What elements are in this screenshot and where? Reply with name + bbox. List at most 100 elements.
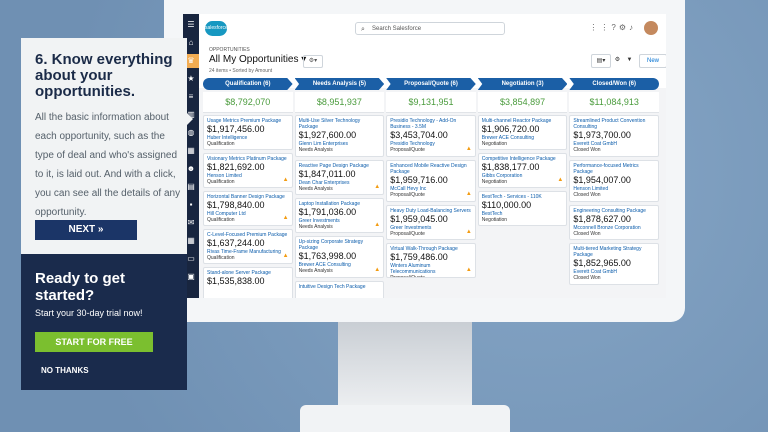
warning-icon: ▲ xyxy=(374,222,381,228)
opportunity-card[interactable]: C-Level-Focused Premium Package $1,637,24… xyxy=(203,229,293,264)
opportunity-amount: $1,959,716.00 xyxy=(390,175,448,185)
monitor-stand xyxy=(338,322,472,410)
opportunity-card[interactable]: Intuitive Design Tech Package xyxy=(294,281,385,298)
pointer-arrow xyxy=(186,112,193,126)
stage-3[interactable]: Negotiation (3) xyxy=(477,78,568,90)
opportunity-stage: Qualification xyxy=(207,141,235,147)
next-button[interactable]: NEXT » xyxy=(35,220,137,240)
settings-icon[interactable]: ⚙ xyxy=(619,23,629,32)
search-icon: ⌕ xyxy=(361,26,365,33)
start-free-button[interactable]: START FOR FREE xyxy=(35,332,153,352)
opportunity-amount: $1,791,036.00 xyxy=(298,207,357,217)
opportunity-card[interactable]: Performance-focused Metrics Package $1,95… xyxy=(569,160,659,202)
search-input[interactable]: ⌕ Search Salesforce xyxy=(355,22,505,35)
warning-icon: ▲ xyxy=(465,267,472,273)
opportunity-stage: Negotiation xyxy=(481,141,508,147)
warning-icon: ▲ xyxy=(282,177,289,183)
opportunity-amount: $1,637,244.00 xyxy=(207,238,265,248)
tour-panel: 6. Know everything about your opportunit… xyxy=(21,38,193,390)
view-toggle-button[interactable]: ▤▾ xyxy=(591,54,611,68)
stage-total: $9,131,951 xyxy=(386,92,476,113)
opportunity-name[interactable]: Performance-focused Metrics Package xyxy=(573,163,655,175)
opportunity-card[interactable]: BestTech - Services - 110K $110,000.00 Bes… xyxy=(477,191,568,226)
opportunity-card[interactable]: Competitive Intelligence Package $1,838,1… xyxy=(477,153,568,188)
opportunity-amount: $1,759,486.00 xyxy=(390,252,448,262)
opportunity-card[interactable]: Stand-alone Server Package $1,535,838.00 xyxy=(203,267,293,298)
opportunity-card[interactable]: Horizontal Banner Design Package $1,798,8… xyxy=(203,191,293,226)
stage-0[interactable]: Qualification (6) xyxy=(203,78,293,90)
stage-4[interactable]: Closed/Won (6) xyxy=(569,78,659,90)
apps-icon[interactable]: ⋮⋮ xyxy=(589,23,611,32)
account-link[interactable]: Winters Aluminum Telecommunications xyxy=(390,263,472,275)
list-summary: 24 items • Sorted by Amount xyxy=(209,68,273,74)
opportunity-amount: $1,973,700.00 xyxy=(573,130,631,140)
opportunity-stage: Proposal/Quote xyxy=(390,147,425,153)
opportunity-amount: $110,000.00 xyxy=(481,200,532,210)
opportunity-card[interactable]: Usage Metrics Premium Package $1,917,456.… xyxy=(203,115,293,150)
opportunity-name[interactable]: Multi-Use Silver Technology Package xyxy=(299,118,381,130)
new-button[interactable]: New xyxy=(639,54,666,68)
kanban-column: Usage Metrics Premium Package $1,917,456.… xyxy=(203,115,293,298)
search-placeholder: Search Salesforce xyxy=(372,26,422,32)
kanban-column: Streamlined Product Convention Consultin… xyxy=(569,115,659,298)
opportunity-card[interactable]: Engineering Consulting Package $1,878,627… xyxy=(569,205,659,240)
stage-path: Qualification (6) Needs Analysis (5) Propo… xyxy=(203,78,661,90)
bell-icon[interactable]: ♪ xyxy=(629,23,636,32)
page-title[interactable]: All My Opportunities ▾ xyxy=(209,54,306,65)
cta-heading: Ready to get started? xyxy=(35,270,126,304)
opportunity-card[interactable]: Enhanced Mobile Reactive Design Package $… xyxy=(386,160,476,202)
stage-totals: $8,792,070 $8,951,937 $9,131,951 $3,854,897… xyxy=(203,92,661,113)
warning-icon: ▲ xyxy=(282,215,289,221)
list-settings-button[interactable]: ⚙▾ xyxy=(303,55,323,68)
warning-icon: ▲ xyxy=(465,146,472,152)
kanban-column: Multi-Use Silver Technology Package $1,92… xyxy=(294,115,385,298)
opportunity-stage: Proposal/Quote xyxy=(390,192,425,198)
opportunity-card[interactable]: Streamlined Product Convention Consultin… xyxy=(569,115,659,157)
opportunity-card[interactable]: Multi-Use Silver Technology Package $1,92… xyxy=(294,115,385,157)
avatar[interactable] xyxy=(644,21,658,35)
opportunity-card[interactable]: Visionary Metrics Platinum Package $1,821… xyxy=(203,153,293,188)
opportunity-amount: $1,954,007.00 xyxy=(573,175,631,185)
opportunity-stage: Needs Analysis xyxy=(298,268,333,274)
opportunity-card[interactable]: Laptop Installation Package $1,791,036.00… xyxy=(294,198,385,233)
opportunity-card[interactable]: Presidio Technology - Add-On Business - … xyxy=(386,115,476,157)
stage-2[interactable]: Proposal/Quote (6) xyxy=(386,78,476,90)
gear-icon[interactable]: ⚙ xyxy=(612,54,623,66)
warning-icon: ▲ xyxy=(465,191,472,197)
tour-heading: 6. Know everything about your opportunit… xyxy=(35,51,173,100)
opportunity-stage: Negotiation xyxy=(481,179,508,185)
filter-icon[interactable]: ▼ xyxy=(624,54,635,66)
opportunity-card[interactable]: Heavy Duty Load-Balancing Servers $1,959,… xyxy=(386,205,476,240)
no-thanks-link[interactable]: NO THANKS xyxy=(41,366,89,375)
help-icon[interactable]: ? xyxy=(611,23,618,32)
menu-icon[interactable]: ☰ xyxy=(183,18,199,32)
stage-total: $8,792,070 xyxy=(203,92,293,113)
opportunity-card[interactable]: Up-sizing Corporate Strategy Package $1,7… xyxy=(294,236,385,278)
warning-icon: ▲ xyxy=(465,229,472,235)
opportunity-name[interactable]: Streamlined Product Convention Consultin… xyxy=(573,118,655,130)
opportunity-stage: Qualification xyxy=(207,255,235,261)
opportunity-name[interactable]: Up-sizing Corporate Strategy Package xyxy=(299,239,381,251)
opportunity-card[interactable]: Reactive Page Design Package $1,847,011.0… xyxy=(294,160,385,195)
opportunity-name[interactable]: Enhanced Mobile Reactive Design Package xyxy=(390,163,472,175)
opportunity-card[interactable]: Multi-channel Reactor Package $1,906,720.… xyxy=(477,115,568,150)
opportunity-name[interactable]: Multi-tiered Marketing Strategy Package xyxy=(573,246,655,258)
tour-body: All the basic information about each opp… xyxy=(35,112,181,218)
opportunity-name[interactable]: Presidio Technology - Add-On Business - … xyxy=(390,118,472,130)
app-screen: ☰ ⌂ ♛ ★ ≡ ▥ ◍ ▦ ☻ ▤ ▪ ✉ ▦ ▭ ▣ salesforce… xyxy=(183,14,666,298)
opportunity-amount: $3,453,704.00 xyxy=(390,130,448,140)
opportunity-name[interactable]: Intuitive Design Tech Package xyxy=(299,284,381,290)
salesforce-logo[interactable]: salesforce xyxy=(205,21,228,36)
opportunity-stage: Qualification xyxy=(207,217,235,223)
opportunity-card[interactable]: Virtual Walk-Through Package $1,759,486.0… xyxy=(386,243,476,278)
opportunity-amount: $1,959,045.00 xyxy=(390,214,448,224)
opportunity-stage: Closed Won xyxy=(573,231,601,237)
opportunity-amount: $1,917,456.00 xyxy=(207,124,265,134)
stage-total: $3,854,897 xyxy=(477,92,568,113)
kanban-board: Qualification (6) Needs Analysis (5) Propo… xyxy=(203,78,661,298)
trial-text: Start your 30-day trial now! xyxy=(35,308,143,318)
tour-step: 6. Know everything about your opportunit… xyxy=(21,38,187,254)
opportunity-card[interactable]: Multi-tiered Marketing Strategy Package $… xyxy=(569,243,659,285)
stage-1[interactable]: Needs Analysis (5) xyxy=(294,78,385,90)
warning-icon: ▲ xyxy=(282,253,289,259)
